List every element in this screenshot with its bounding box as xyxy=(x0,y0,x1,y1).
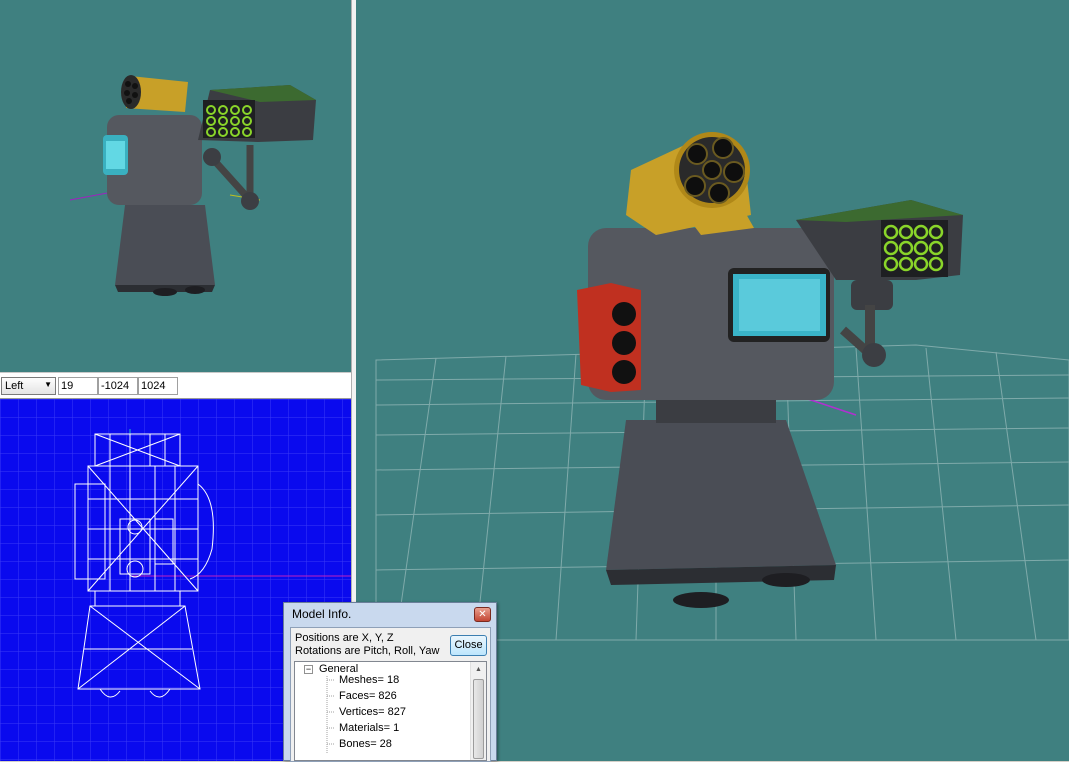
view-direction-select[interactable]: Left ▼ xyxy=(1,377,56,395)
close-icon[interactable]: ✕ xyxy=(474,607,491,622)
scrollbar-thumb[interactable] xyxy=(473,679,484,759)
coordinate-field-1[interactable]: 19 xyxy=(58,377,98,395)
dialog-body: Positions are X, Y, Z Rotations are Pitc… xyxy=(290,627,491,762)
tree-item-faces[interactable]: Faces= 826 xyxy=(339,690,397,702)
tree-item-materials[interactable]: Materials= 1 xyxy=(339,722,399,734)
model-info-dialog: Model Info. ✕ Positions are X, Y, Z Rota… xyxy=(283,602,497,762)
close-button[interactable]: Close xyxy=(450,635,487,656)
tree-item-vertices[interactable]: Vertices= 827 xyxy=(339,706,406,718)
perspective-viewport-small[interactable] xyxy=(0,0,351,372)
coordinate-field-2[interactable]: -1024 xyxy=(98,377,138,395)
tree-scrollbar[interactable]: ▲ xyxy=(470,662,486,760)
tree-lines xyxy=(326,676,335,754)
rotations-note: Rotations are Pitch, Roll, Yaw xyxy=(295,645,440,657)
dialog-title: Model Info. xyxy=(292,607,352,621)
turret-model-small xyxy=(69,75,316,296)
scroll-up-icon[interactable]: ▲ xyxy=(471,662,486,677)
positions-note: Positions are X, Y, Z xyxy=(295,632,394,644)
ortho-view-toolbar: Left ▼ 19 -1024 1024 xyxy=(0,372,351,399)
chevron-down-icon: ▼ xyxy=(44,380,52,389)
model-info-tree[interactable]: − General Meshes= 18 Faces= 826 Vertices… xyxy=(294,661,487,761)
tree-item-bones[interactable]: Bones= 28 xyxy=(339,738,392,750)
view-direction-value: Left xyxy=(5,380,24,392)
tree-item-meshes[interactable]: Meshes= 18 xyxy=(339,674,399,686)
coordinate-field-3[interactable]: 1024 xyxy=(138,377,178,395)
